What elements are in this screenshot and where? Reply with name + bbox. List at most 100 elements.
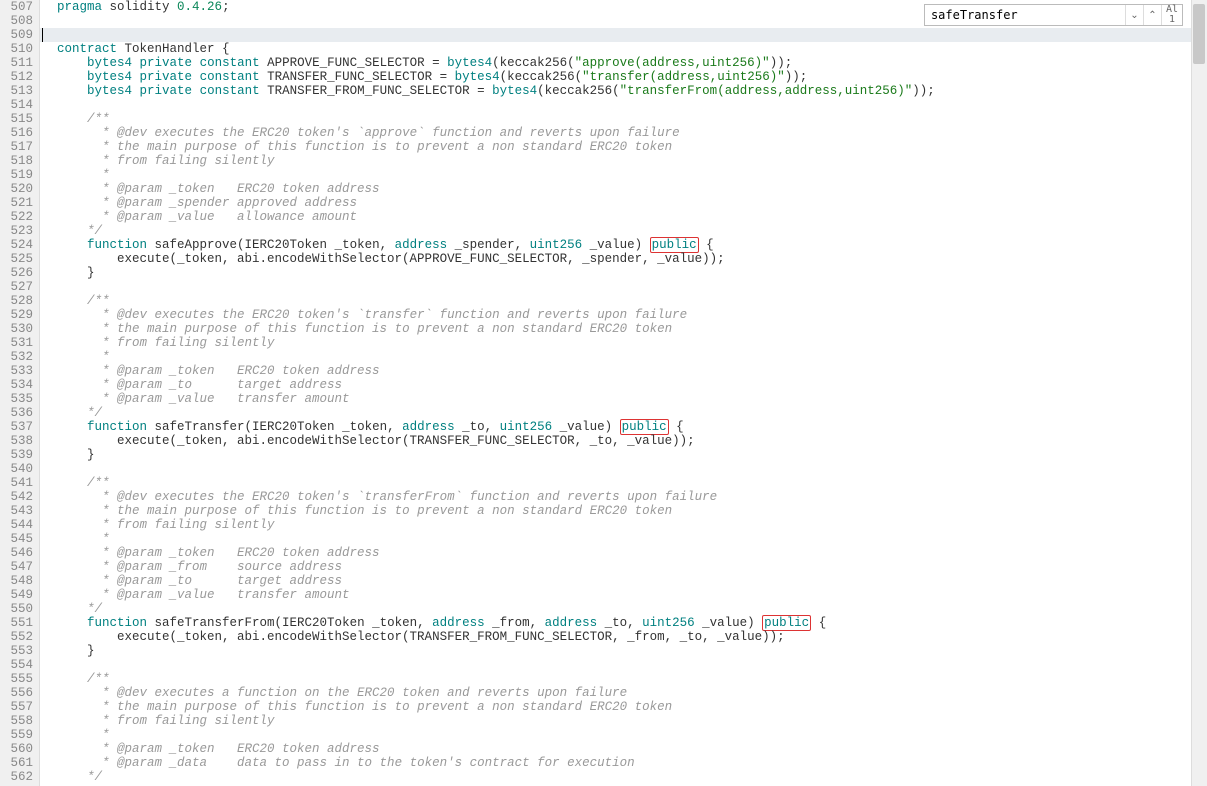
code-token: * from failing silently <box>102 336 275 350</box>
code-token: _value) <box>695 616 763 630</box>
search-all-label[interactable]: Al1 <box>1161 5 1182 25</box>
line-number: 510 <box>0 42 33 56</box>
scroll-thumb[interactable] <box>1193 4 1205 64</box>
code-token: uint256 <box>500 420 553 434</box>
code-line[interactable]: /** <box>40 476 1207 490</box>
code-line[interactable]: * the main purpose of this function is t… <box>40 504 1207 518</box>
code-line[interactable]: * @param _to target address <box>40 574 1207 588</box>
code-line[interactable]: */ <box>40 224 1207 238</box>
code-token: ; <box>222 0 230 14</box>
code-line[interactable]: * @param _value transfer amount <box>40 392 1207 406</box>
code-line[interactable]: * the main purpose of this function is t… <box>40 700 1207 714</box>
code-token: { <box>669 420 684 434</box>
code-token: safeApprove(IERC20Token _token, <box>147 238 395 252</box>
code-token: APPROVE_FUNC_SELECTOR = <box>260 56 448 70</box>
code-line[interactable]: * @param _value allowance amount <box>40 210 1207 224</box>
code-line[interactable]: bytes4 private constant TRANSFER_FROM_FU… <box>40 84 1207 98</box>
line-number: 544 <box>0 518 33 532</box>
code-token <box>42 182 102 196</box>
code-token <box>42 616 87 630</box>
line-number: 549 <box>0 588 33 602</box>
line-number: 557 <box>0 700 33 714</box>
code-token: bytes4 <box>87 84 132 98</box>
line-number: 551 <box>0 616 33 630</box>
code-line[interactable]: * @param _token ERC20 token address <box>40 546 1207 560</box>
code-token: _to, <box>455 420 500 434</box>
code-line[interactable]: /** <box>40 294 1207 308</box>
line-number: 512 <box>0 70 33 84</box>
code-line[interactable]: * @param _spender approved address <box>40 196 1207 210</box>
search-prev-button[interactable]: ⌃ <box>1143 5 1161 25</box>
code-token: constant <box>200 84 260 98</box>
code-token <box>42 602 87 616</box>
highlighted-keyword: public <box>650 237 699 253</box>
code-line[interactable]: * from failing silently <box>40 336 1207 350</box>
code-line[interactable] <box>40 462 1207 476</box>
code-token <box>42 560 102 574</box>
code-line[interactable]: function safeApprove(IERC20Token _token,… <box>40 238 1207 252</box>
code-line[interactable]: * <box>40 728 1207 742</box>
code-line[interactable]: function safeTransfer(IERC20Token _token… <box>40 420 1207 434</box>
code-area[interactable]: pragma solidity 0.4.26; contract TokenHa… <box>40 0 1207 786</box>
code-line[interactable]: * @param _token ERC20 token address <box>40 182 1207 196</box>
code-line[interactable]: function safeTransferFrom(IERC20Token _t… <box>40 616 1207 630</box>
code-line[interactable]: * @dev executes the ERC20 token's `trans… <box>40 490 1207 504</box>
code-line[interactable]: execute(_token, abi.encodeWithSelector(A… <box>40 252 1207 266</box>
code-token: bytes4 <box>87 56 132 70</box>
code-line[interactable]: * @param _token ERC20 token address <box>40 364 1207 378</box>
code-line[interactable]: */ <box>40 770 1207 784</box>
code-line[interactable]: } <box>40 448 1207 462</box>
code-line[interactable]: * <box>40 532 1207 546</box>
line-number: 519 <box>0 168 33 182</box>
line-number: 526 <box>0 266 33 280</box>
line-number: 517 <box>0 140 33 154</box>
code-line[interactable]: * @param _value transfer amount <box>40 588 1207 602</box>
code-line[interactable]: * from failing silently <box>40 714 1207 728</box>
code-line[interactable]: * from failing silently <box>40 154 1207 168</box>
code-token <box>42 672 87 686</box>
code-line[interactable]: * @dev executes a function on the ERC20 … <box>40 686 1207 700</box>
code-line[interactable]: execute(_token, abi.encodeWithSelector(T… <box>40 630 1207 644</box>
code-line[interactable] <box>40 98 1207 112</box>
code-token <box>42 42 57 56</box>
code-line[interactable]: } <box>40 644 1207 658</box>
vertical-scrollbar[interactable] <box>1191 0 1207 786</box>
line-number: 539 <box>0 448 33 462</box>
code-line[interactable]: bytes4 private constant TRANSFER_FUNC_SE… <box>40 70 1207 84</box>
code-token <box>42 112 87 126</box>
code-line[interactable]: */ <box>40 406 1207 420</box>
code-token: * the main purpose of this function is t… <box>102 700 672 714</box>
code-line[interactable]: * @dev executes the ERC20 token's `appro… <box>40 126 1207 140</box>
code-line[interactable] <box>40 280 1207 294</box>
code-line[interactable]: contract TokenHandler { <box>40 42 1207 56</box>
code-line[interactable]: * the main purpose of this function is t… <box>40 322 1207 336</box>
code-token <box>42 714 102 728</box>
code-token: TokenHandler { <box>117 42 230 56</box>
code-token: } <box>42 448 95 462</box>
code-line[interactable]: } <box>40 266 1207 280</box>
code-line[interactable]: * @param _token ERC20 token address <box>40 742 1207 756</box>
code-line[interactable]: bytes4 private constant APPROVE_FUNC_SEL… <box>40 56 1207 70</box>
search-box: ⌄ ⌃ Al1 <box>924 4 1183 26</box>
search-input[interactable] <box>925 6 1125 24</box>
code-token: bytes4 <box>492 84 537 98</box>
code-line[interactable]: * @param _to target address <box>40 378 1207 392</box>
code-line[interactable]: * @param _data data to pass in to the to… <box>40 756 1207 770</box>
code-line[interactable]: /** <box>40 672 1207 686</box>
line-number: 508 <box>0 14 33 28</box>
code-line[interactable] <box>40 658 1207 672</box>
code-line[interactable]: * <box>40 168 1207 182</box>
code-line[interactable]: * @param _from source address <box>40 560 1207 574</box>
code-token: _to, <box>597 616 642 630</box>
code-line[interactable]: * @dev executes the ERC20 token's `trans… <box>40 308 1207 322</box>
code-line[interactable]: * <box>40 350 1207 364</box>
code-line[interactable] <box>40 28 1207 42</box>
code-line[interactable]: * the main purpose of this function is t… <box>40 140 1207 154</box>
code-line[interactable]: execute(_token, abi.encodeWithSelector(T… <box>40 434 1207 448</box>
code-line[interactable]: /** <box>40 112 1207 126</box>
code-token <box>42 700 102 714</box>
line-number: 562 <box>0 770 33 784</box>
search-next-button[interactable]: ⌄ <box>1125 5 1143 25</box>
code-line[interactable]: * from failing silently <box>40 518 1207 532</box>
code-line[interactable]: */ <box>40 602 1207 616</box>
